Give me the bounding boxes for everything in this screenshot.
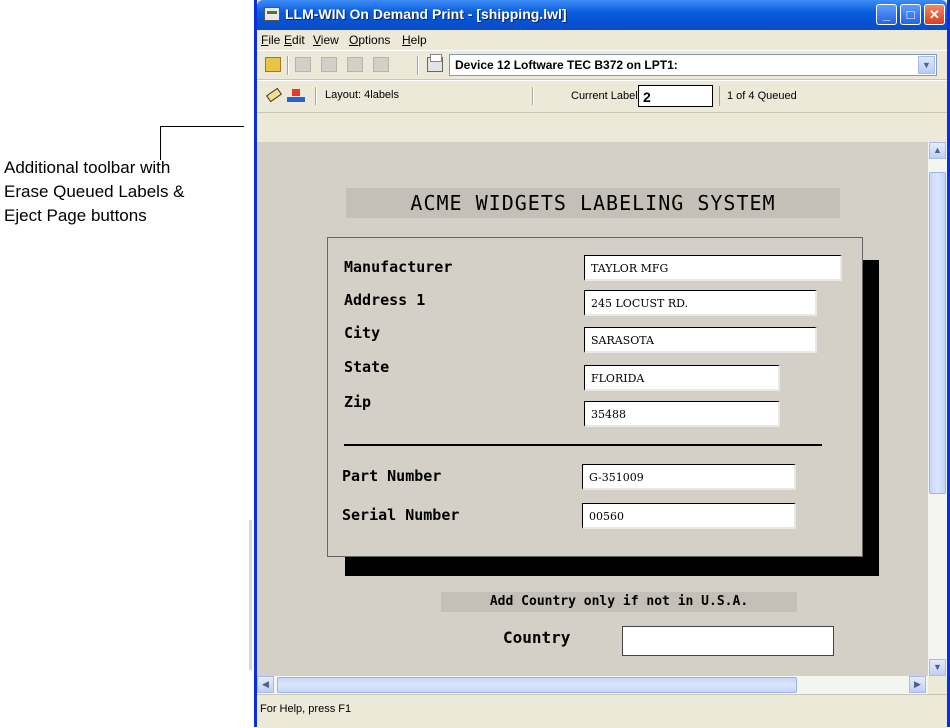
annotation-line: Erase Queued Labels & [4, 182, 185, 201]
annotation-line: Additional toolbar with [4, 158, 171, 177]
status-bar: For Help, press F1 [257, 694, 947, 728]
layout-label: Layout: 4labels [325, 89, 399, 101]
menu-edit[interactable]: Edit [284, 33, 305, 47]
device-select-value: Device 12 Loftware TEC B372 on LPT1: [455, 58, 678, 72]
menu-view[interactable]: View [313, 33, 339, 47]
queued-status: 1 of 4 Queued [727, 90, 797, 102]
form-canvas: ACME WIDGETS LABELING SYSTEM Manufacture… [257, 142, 928, 676]
country-label: Country [503, 628, 571, 647]
close-button[interactable]: ✕ [924, 4, 945, 25]
scroll-down-icon[interactable]: ▼ [929, 659, 946, 676]
zip-field[interactable]: 35488 [584, 401, 780, 427]
print-icon[interactable] [427, 54, 443, 72]
annotation-line: Eject Page buttons [4, 206, 147, 225]
app-window: LLM-WIN On Demand Print - [shipping.lwl]… [254, 0, 950, 728]
label-icon[interactable] [321, 57, 337, 72]
part-number-label: Part Number [342, 467, 442, 485]
part-number-field[interactable]: G-351009 [582, 464, 796, 490]
app-icon[interactable] [264, 7, 280, 21]
label-toolbar: Layout: 4labels Current Label: 2 1 of 4 … [257, 80, 947, 142]
menu-file[interactable]: File [261, 33, 280, 47]
toolbar-separator [719, 86, 720, 106]
serial-number-label: Serial Number [342, 506, 460, 524]
horizontal-scrollbar[interactable]: ◀ ▶ [257, 676, 928, 694]
vertical-scrollbar[interactable]: ▲ ▼ [928, 142, 947, 676]
label-icon[interactable] [295, 57, 311, 72]
status-text: For Help, press F1 [260, 703, 352, 715]
address-field[interactable]: 245 LOCUST RD. [584, 290, 817, 316]
device-select[interactable]: Device 12 Loftware TEC B372 on LPT1: ▼ [449, 54, 937, 76]
menu-help[interactable]: Help [402, 33, 427, 47]
scrollbar-corner [928, 676, 947, 694]
serial-number-field[interactable]: 00560 [582, 503, 796, 529]
form-divider [344, 444, 822, 446]
label-icon[interactable] [347, 57, 363, 72]
vertical-scroll-thumb[interactable] [929, 172, 946, 494]
state-label: State [344, 358, 390, 376]
horizontal-scroll-thumb[interactable] [277, 677, 797, 693]
address-label: Address 1 [344, 291, 426, 309]
scroll-right-icon[interactable]: ▶ [909, 676, 926, 693]
form-panel: Manufacturer TAYLOR MFG Address 1 245 LO… [327, 237, 863, 557]
toolbar-separator [417, 56, 419, 75]
country-hint: Add Country only if not in U.S.A. [441, 592, 797, 612]
current-label-text: Current Label: [571, 90, 641, 102]
open-icon[interactable] [265, 57, 281, 72]
city-label: City [344, 324, 381, 342]
scroll-up-icon[interactable]: ▲ [929, 142, 946, 159]
country-field[interactable] [622, 626, 834, 656]
label-toolbar-row: Layout: 4labels Current Label: 2 1 of 4 … [257, 81, 947, 113]
menu-bar: File Edit View Options Help [257, 30, 947, 50]
current-label-input[interactable]: 2 [638, 85, 713, 107]
scroll-left-icon[interactable]: ◀ [257, 676, 274, 693]
toolbar-separator [315, 87, 317, 105]
zip-label: Zip [344, 393, 372, 411]
form-title: ACME WIDGETS LABELING SYSTEM [346, 188, 840, 218]
background-window-edge [249, 520, 252, 670]
manufacturer-label: Manufacturer [344, 258, 453, 276]
erase-queued-labels-icon[interactable] [265, 89, 281, 101]
annotation-callout: Additional toolbar with Erase Queued Lab… [4, 156, 264, 228]
main-toolbar: Device 12 Loftware TEC B372 on LPT1: ▼ [257, 50, 947, 80]
callout-line [160, 126, 244, 127]
city-field[interactable]: SARASOTA [584, 327, 817, 353]
callout-line [160, 126, 161, 160]
chevron-down-icon[interactable]: ▼ [918, 56, 935, 74]
label-icon[interactable] [373, 57, 389, 72]
menu-options[interactable]: Options [349, 33, 390, 47]
toolbar-separator [287, 56, 289, 75]
eject-page-icon[interactable] [287, 89, 305, 103]
toolbar-separator [532, 87, 534, 105]
window-title: LLM-WIN On Demand Print - [shipping.lwl] [285, 6, 567, 22]
maximize-button[interactable]: □ [900, 4, 921, 25]
minimize-button[interactable]: _ [876, 4, 897, 25]
manufacturer-field[interactable]: TAYLOR MFG [584, 255, 842, 281]
title-bar[interactable]: LLM-WIN On Demand Print - [shipping.lwl]… [257, 0, 947, 30]
state-field[interactable]: FLORIDA [584, 365, 780, 391]
